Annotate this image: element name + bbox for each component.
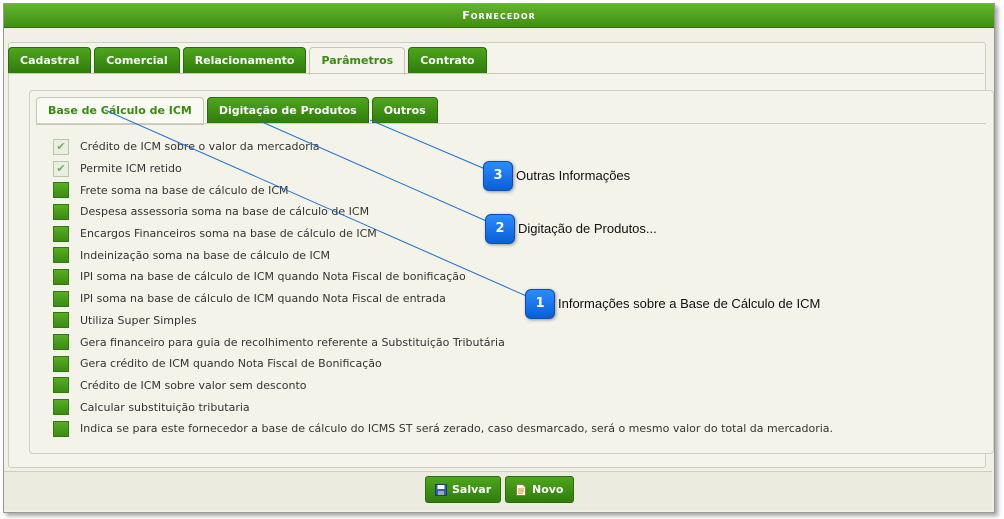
callout-badge-3: 3 [483,161,513,191]
callout-text-2: Digitação de Produtos... [518,221,657,236]
callout-text-1: Informações sobre a Base de Cálculo de I… [558,296,821,311]
callout-text-3: Outras Informações [516,168,631,183]
callout-badge-1: 1 [525,289,555,319]
callout-badge-2: 2 [485,214,515,244]
callout-lines [104,109,541,303]
